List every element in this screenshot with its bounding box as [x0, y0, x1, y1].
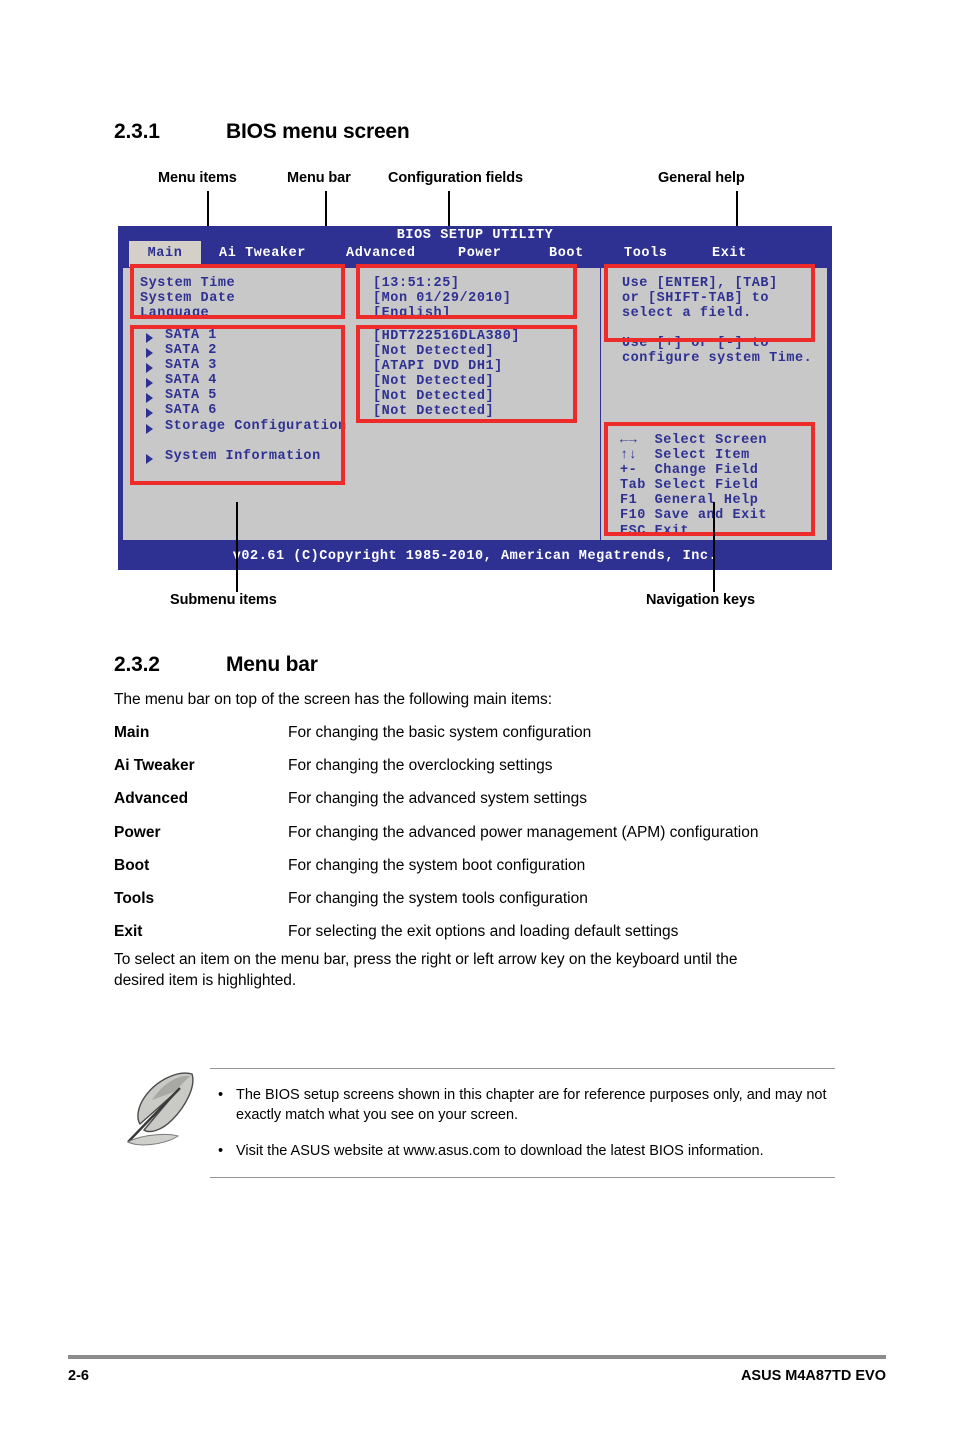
highlight-navigation-keys [604, 422, 815, 536]
note-item-2-text: Visit the ASUS website at www.asus.com t… [236, 1143, 764, 1159]
section-232-outro-line2: desired item is highlighted. [114, 972, 297, 989]
leader-line-submenu-items [236, 502, 238, 592]
menubar-term-tools: Tools [114, 890, 155, 907]
section-232-number: 2.3.2 [114, 653, 160, 676]
menubar-term-ai-tweaker: Ai Tweaker [114, 757, 195, 774]
section-232-intro: The menu bar on top of the screen has th… [114, 691, 552, 708]
menubar-desc-boot: For changing the system boot configurati… [288, 857, 586, 874]
menubar-desc-tools: For changing the system tools configurat… [288, 890, 588, 907]
menubar-desc-main: For changing the basic system configurat… [288, 724, 592, 741]
highlight-general-help [604, 264, 815, 342]
footer-rule [68, 1355, 886, 1359]
section-231-number: 2.3.1 [114, 120, 160, 143]
menubar-desc-power: For changing the advanced power manageme… [288, 824, 759, 841]
section-232-outro-line1: To select an item on the menu bar, press… [114, 951, 738, 968]
section-231-title: BIOS menu screen [226, 120, 410, 143]
section-232-title: Menu bar [226, 653, 318, 676]
section-232-heading: 2.3.2 Menu bar [114, 653, 318, 677]
menubar-term-main: Main [114, 724, 150, 741]
bios-copyright-bar: v02.61 (C)Copyright 1985-2010, American … [232, 549, 718, 564]
callout-menu-bar: Menu bar [287, 170, 351, 186]
menubar-term-advanced: Advanced [114, 790, 189, 807]
menubar-desc-exit: For selecting the exit options and loadi… [288, 923, 679, 940]
callout-submenu-items: Submenu items [170, 592, 277, 608]
product-name: ASUS M4A87TD EVO [740, 1368, 886, 1384]
note-item-1-text: The BIOS setup screens shown in this cha… [236, 1087, 827, 1123]
callout-configuration-fields: Configuration fields [388, 170, 523, 186]
note-quill-icon [126, 1072, 194, 1146]
menubar-term-exit: Exit [114, 923, 143, 940]
note-callout-box: • The BIOS setup screens shown in this c… [210, 1068, 835, 1178]
callout-navigation-keys: Navigation keys [646, 592, 755, 608]
highlight-menu-items [130, 264, 345, 319]
callout-general-help: General help [658, 170, 745, 186]
highlight-config-fields-group2 [356, 325, 577, 423]
menubar-desc-ai-tweaker: For changing the overclocking settings [288, 757, 553, 774]
note-bottom-rule [210, 1177, 835, 1178]
section-231-heading: 2.3.1 BIOS menu screen [114, 120, 410, 144]
leader-line-navigation-keys [713, 502, 715, 592]
highlight-config-fields-group1 [356, 264, 577, 319]
callout-menu-items: Menu items [158, 170, 237, 186]
note-item-2: • Visit the ASUS website at www.asus.com… [210, 1141, 835, 1161]
highlight-submenu-items [130, 325, 345, 485]
note-item-1: • The BIOS setup screens shown in this c… [210, 1085, 835, 1125]
note-bullet-icon: • [218, 1087, 224, 1103]
menubar-term-boot: Boot [114, 857, 150, 874]
menubar-desc-advanced: For changing the advanced system setting… [288, 790, 587, 807]
note-bullet-icon: • [218, 1143, 224, 1159]
page-number: 2-6 [68, 1368, 89, 1384]
bios-column-divider [600, 268, 601, 540]
menubar-term-power: Power [114, 824, 161, 841]
